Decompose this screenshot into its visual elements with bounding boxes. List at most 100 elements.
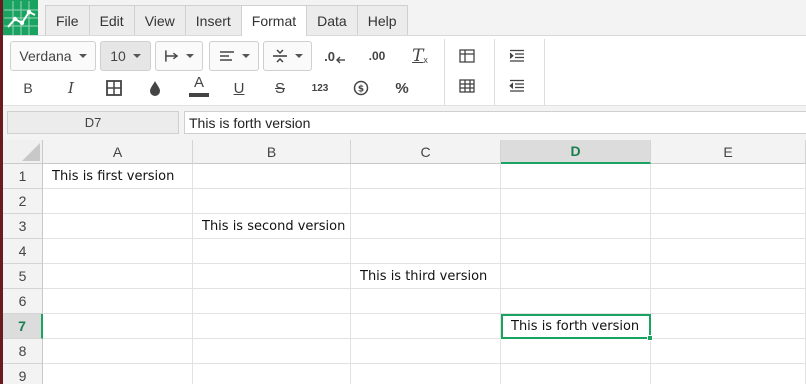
cell-d1[interactable]	[501, 164, 651, 189]
cell-d9[interactable]	[501, 364, 651, 384]
row-header-2[interactable]: 2	[3, 189, 43, 214]
indent-increase-button[interactable]	[503, 43, 531, 69]
cell-c4[interactable]	[351, 239, 501, 264]
row-height-dropdown[interactable]	[155, 41, 203, 71]
cell-d8[interactable]	[501, 339, 651, 364]
cell-a7[interactable]	[43, 314, 193, 339]
font-family-dropdown[interactable]: Verdana	[10, 41, 96, 71]
cell-b2[interactable]	[193, 189, 351, 214]
text-color-button[interactable]: A	[185, 73, 213, 99]
cell-e4[interactable]	[651, 239, 806, 264]
currency-format-button[interactable]: $	[347, 75, 375, 101]
cell-c7[interactable]	[351, 314, 501, 339]
column-header-d[interactable]: D	[501, 140, 651, 164]
menu-bar: File Edit View Insert Format Data Help	[3, 0, 806, 36]
cell-a4[interactable]	[43, 239, 193, 264]
indent-decrease-button[interactable]	[503, 73, 531, 99]
row-header-9[interactable]: 9	[3, 364, 43, 384]
cell-d4[interactable]	[501, 239, 651, 264]
column-header-a[interactable]: A	[43, 140, 193, 164]
cell-c6[interactable]	[351, 289, 501, 314]
cell-e3[interactable]	[651, 214, 806, 239]
cell-a2[interactable]	[43, 189, 193, 214]
cell-c8[interactable]	[351, 339, 501, 364]
clear-format-button[interactable]: Tx	[406, 43, 434, 69]
cell-c2[interactable]	[351, 189, 501, 214]
menu-help[interactable]: Help	[356, 5, 408, 35]
menu-view[interactable]: View	[133, 5, 186, 35]
cell-a6[interactable]	[43, 289, 193, 314]
row-header-1[interactable]: 1	[3, 164, 43, 189]
cell-a9[interactable]	[43, 364, 193, 384]
percent-format-button[interactable]: %	[388, 75, 416, 101]
row-header-3[interactable]: 3	[3, 214, 43, 239]
menu-file[interactable]: File	[45, 5, 90, 35]
decrease-decimal-button[interactable]: .0	[321, 43, 349, 69]
cell-b8[interactable]	[193, 339, 351, 364]
row-header-6[interactable]: 6	[3, 289, 43, 314]
cell-c9[interactable]	[351, 364, 501, 384]
chevron-down-icon	[241, 54, 250, 58]
toolbar-separator	[544, 39, 545, 105]
number-format-button[interactable]: 123	[306, 75, 334, 101]
cell-e9[interactable]	[651, 364, 806, 384]
cell-e2[interactable]	[651, 189, 806, 214]
row-header-5[interactable]: 5	[3, 264, 43, 289]
italic-button[interactable]: I	[57, 75, 85, 101]
cell-e5[interactable]	[651, 264, 806, 289]
row-header-4[interactable]: 4	[3, 239, 43, 264]
cell-b7[interactable]	[193, 314, 351, 339]
menu-format[interactable]: Format	[240, 5, 308, 36]
menu-data[interactable]: Data	[306, 5, 358, 35]
cell-e7[interactable]	[651, 314, 806, 339]
select-all-corner[interactable]	[3, 140, 43, 164]
cell-e1[interactable]	[651, 164, 806, 189]
borders-button[interactable]	[100, 75, 128, 101]
column-header-c[interactable]: C	[351, 140, 501, 164]
cell-d5[interactable]	[501, 264, 651, 289]
row-header-8[interactable]: 8	[3, 339, 43, 364]
chevron-down-icon	[186, 54, 194, 58]
cell-d7[interactable]: This is forth version	[501, 314, 651, 339]
cell-a8[interactable]	[43, 339, 193, 364]
cell-d2[interactable]	[501, 189, 651, 214]
cell-c1[interactable]	[351, 164, 501, 189]
bold-button[interactable]: B	[14, 75, 42, 101]
menu-insert[interactable]: Insert	[184, 5, 242, 35]
cell-b1[interactable]	[193, 164, 351, 189]
cell-reference-box[interactable]: D7	[7, 111, 179, 134]
cell-a5[interactable]	[43, 264, 193, 289]
cell-b4[interactable]	[193, 239, 351, 264]
cell-a3[interactable]	[43, 214, 193, 239]
table-insert-button[interactable]	[453, 43, 481, 69]
cell-a1[interactable]: This is first version	[43, 164, 193, 189]
cell-d3[interactable]	[501, 214, 651, 239]
cell-e6[interactable]	[651, 289, 806, 314]
formula-input[interactable]: This is forth version	[184, 111, 806, 134]
fill-color-button[interactable]	[141, 75, 169, 101]
chevron-down-icon	[78, 54, 87, 58]
cell-b3[interactable]: This is second version	[193, 214, 351, 239]
font-size-dropdown[interactable]: 10	[100, 41, 151, 71]
cell-d6[interactable]	[501, 289, 651, 314]
menu-edit[interactable]: Edit	[88, 5, 135, 35]
column-header-e[interactable]: E	[651, 140, 806, 164]
spreadsheet-app: File Edit View Insert Format Data Help V…	[0, 0, 806, 384]
cell-e8[interactable]	[651, 339, 806, 364]
underline-button[interactable]: U	[225, 75, 253, 101]
vertical-align-dropdown[interactable]	[263, 41, 312, 71]
cell-b9[interactable]	[193, 364, 351, 384]
strikethrough-button[interactable]: S	[266, 75, 294, 101]
horizontal-align-dropdown[interactable]	[209, 41, 259, 71]
cell-c3[interactable]	[351, 214, 501, 239]
increase-decimal-button[interactable]: .00	[363, 43, 391, 69]
column-header-b[interactable]: B	[193, 140, 351, 164]
formula-bar: D7 This is forth version	[3, 106, 806, 140]
cell-b5[interactable]	[193, 264, 351, 289]
cell-b6[interactable]	[193, 289, 351, 314]
cell-c5[interactable]: This is third version	[351, 264, 501, 289]
font-family-value: Verdana	[19, 48, 72, 64]
table-format-button[interactable]	[453, 73, 481, 99]
row-header-7[interactable]: 7	[3, 314, 43, 339]
fill-handle[interactable]	[647, 335, 653, 341]
